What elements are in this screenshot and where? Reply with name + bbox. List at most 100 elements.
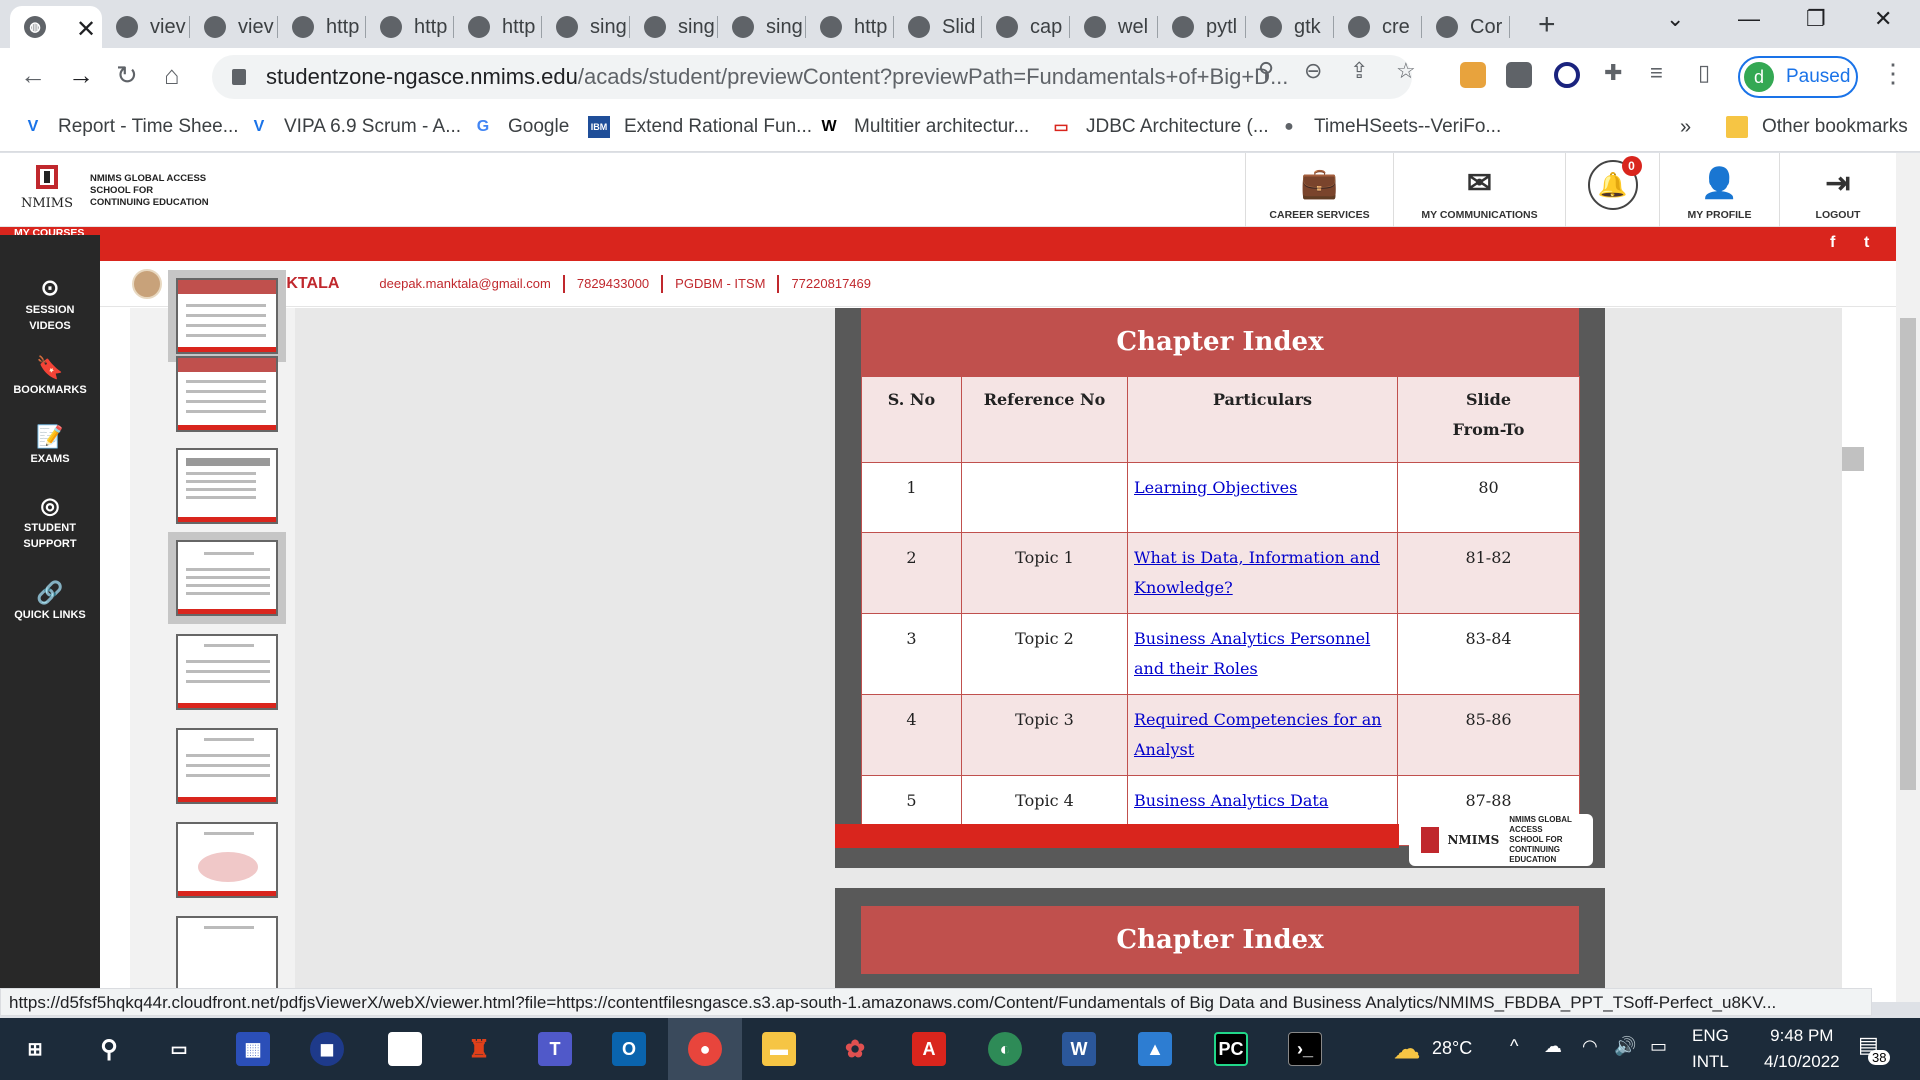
topic-link[interactable]: Business Analytics Personnel and their R… (1127, 613, 1398, 695)
browser-tab[interactable]: viev (102, 6, 190, 48)
photos-icon[interactable]: ▲ (1138, 1032, 1172, 1066)
app-icon[interactable]: ◼ (310, 1032, 344, 1066)
sidebar-item-session-videos[interactable]: ⊙ SESSION VIDEOS (0, 277, 100, 333)
browser-tab[interactable]: cap (982, 6, 1070, 48)
notifications-button[interactable]: 🔔 0 (1565, 153, 1659, 227)
twitter-icon[interactable]: t (1864, 234, 1869, 252)
bookmarks-overflow-button[interactable]: » (1680, 116, 1691, 139)
clock[interactable]: 9:48 PM 4/10/2022 (1764, 1026, 1840, 1072)
my-communications-link[interactable]: ✉ MY COMMUNICATIONS (1393, 153, 1565, 227)
slide-thumbnail[interactable] (176, 728, 278, 804)
browser-tab[interactable]: sing (630, 6, 718, 48)
puzzle-icon[interactable]: ✚ (1604, 60, 1622, 86)
language-indicator[interactable]: ENG INTL (1692, 1026, 1729, 1072)
extension-icon[interactable] (1554, 62, 1580, 88)
teams-icon[interactable]: T (538, 1032, 572, 1066)
new-tab-button[interactable]: + (1538, 8, 1556, 42)
task-view-icon[interactable]: ▭ (162, 1032, 196, 1066)
volume-icon[interactable]: 🔊 (1614, 1036, 1636, 1057)
sidebar-item-student-support[interactable]: ◎ STUDENT SUPPORT (0, 495, 100, 552)
topic-link[interactable]: Learning Objectives (1127, 462, 1398, 533)
bookmark-item[interactable]: G Google (472, 116, 570, 138)
media-icon[interactable]: ≡ (1650, 60, 1663, 86)
back-button[interactable]: ← (20, 60, 46, 91)
word-icon[interactable]: W (1062, 1032, 1096, 1066)
bookmark-item[interactable]: ▭ JDBC Architecture (... (1050, 116, 1268, 138)
slide-thumbnail[interactable] (176, 448, 278, 524)
zoom-icon[interactable]: ⊖ (1304, 58, 1322, 84)
terminal-icon[interactable]: ›_ (1288, 1032, 1322, 1066)
browser-tab[interactable]: wel (1070, 6, 1158, 48)
acrobat-icon[interactable]: A (912, 1032, 946, 1066)
close-window-button[interactable]: ✕ (1874, 6, 1892, 32)
share-icon[interactable]: ⇪ (1350, 58, 1368, 84)
my-profile-link[interactable]: 👤 MY PROFILE (1659, 153, 1779, 227)
slide-thumbnail[interactable] (176, 822, 278, 898)
search-icon[interactable]: ⚲ (92, 1032, 126, 1066)
chrome-icon[interactable]: ● (688, 1032, 722, 1066)
extension-icon[interactable] (1460, 62, 1486, 88)
slide-thumbnail[interactable] (176, 356, 278, 432)
file-explorer-icon[interactable]: ▬ (762, 1032, 796, 1066)
windows-start-icon[interactable]: ⊞ (18, 1032, 52, 1066)
browser-tab[interactable]: Cor (1422, 6, 1510, 48)
viewer-scrollbar[interactable] (1842, 447, 1864, 471)
close-tab-icon[interactable]: ✕ (76, 15, 96, 44)
sidepanel-icon[interactable]: ▯ (1698, 60, 1710, 86)
browser-tab[interactable]: http (454, 6, 542, 48)
browser-tab[interactable]: Slid (894, 6, 982, 48)
other-bookmarks[interactable]: Other bookmarks (1726, 116, 1908, 138)
extension-icon[interactable] (1506, 62, 1532, 88)
star-icon[interactable]: ☆ (1396, 58, 1416, 84)
battery-icon[interactable]: ▭ (1650, 1036, 1667, 1057)
onedrive-icon[interactable]: ☁ (1544, 1036, 1562, 1057)
outlook-icon[interactable]: O (612, 1032, 646, 1066)
topic-link[interactable]: What is Data, Information and Knowledge? (1127, 532, 1398, 614)
app-icon[interactable]: ♜ (462, 1032, 496, 1066)
bookmark-item[interactable]: W Multitier architectur... (818, 116, 1029, 138)
app-icon[interactable] (388, 1032, 422, 1066)
tab-search-icon[interactable]: ⌄ (1666, 6, 1684, 32)
slide-thumbnail[interactable] (176, 916, 278, 992)
menu-icon[interactable]: ⋮ (1880, 58, 1906, 89)
career-services-link[interactable]: 💼 CAREER SERVICES (1245, 153, 1393, 227)
app-icon[interactable]: ▦ (236, 1032, 270, 1066)
profile-button[interactable]: d Paused (1738, 56, 1858, 98)
facebook-icon[interactable]: f (1830, 234, 1835, 252)
topic-link[interactable]: Required Competencies for an Analyst (1127, 694, 1398, 776)
pycharm-icon[interactable]: PC (1214, 1032, 1248, 1066)
tab-active[interactable]: ◍ ✕ (10, 6, 102, 48)
nmims-logo[interactable]: NMIMS (20, 163, 74, 219)
browser-tab[interactable]: viev (190, 6, 278, 48)
slide-thumbnail[interactable] (176, 634, 278, 710)
minimize-button[interactable]: — (1738, 6, 1760, 32)
location-icon[interactable]: ⚲ (1258, 58, 1274, 84)
forward-button[interactable]: → (68, 60, 94, 91)
bookmark-item[interactable]: IBM Extend Rational Fun... (588, 116, 812, 138)
slide-thumbnail[interactable] (168, 270, 286, 362)
tray-chevron-icon[interactable]: ^ (1510, 1036, 1518, 1057)
reload-button[interactable]: ↻ (116, 60, 138, 91)
browser-tab[interactable]: cre (1334, 6, 1422, 48)
logout-link[interactable]: ⇥ LOGOUT (1779, 153, 1896, 227)
thumbnail-panel[interactable] (130, 270, 295, 1002)
restore-button[interactable]: ❐ (1806, 6, 1826, 32)
home-button[interactable]: ⌂ (164, 60, 180, 91)
browser-tab[interactable]: http (366, 6, 454, 48)
slide-thumbnail-current[interactable] (168, 532, 286, 624)
browser-tab[interactable]: http (806, 6, 894, 48)
address-bar[interactable]: studentzone-ngasce.nmims.edu/acads/stude… (212, 55, 1412, 99)
browser-tab[interactable]: gtk (1246, 6, 1334, 48)
browser-tab[interactable]: pytl (1158, 6, 1246, 48)
browser-tab[interactable]: http (278, 6, 366, 48)
bookmark-item[interactable]: V VIPA 6.9 Scrum - A... (248, 116, 461, 138)
bookmark-item[interactable]: ● TimeHSeets--VeriFo... (1278, 116, 1501, 138)
bookmark-item[interactable]: V Report - Time Shee... (22, 116, 239, 138)
sidebar-item-exams[interactable]: 📝 EXAMS (0, 426, 100, 467)
app-icon[interactable]: ✿ (838, 1032, 872, 1066)
wifi-icon[interactable]: ◠ (1582, 1036, 1598, 1057)
weather-icon[interactable]: ☁ (1390, 1032, 1424, 1066)
sidebar-item-bookmarks[interactable]: 🔖 BOOKMARKS (0, 357, 100, 398)
page-scrollbar-thumb[interactable] (1900, 318, 1916, 790)
browser-tab[interactable]: sing (718, 6, 806, 48)
